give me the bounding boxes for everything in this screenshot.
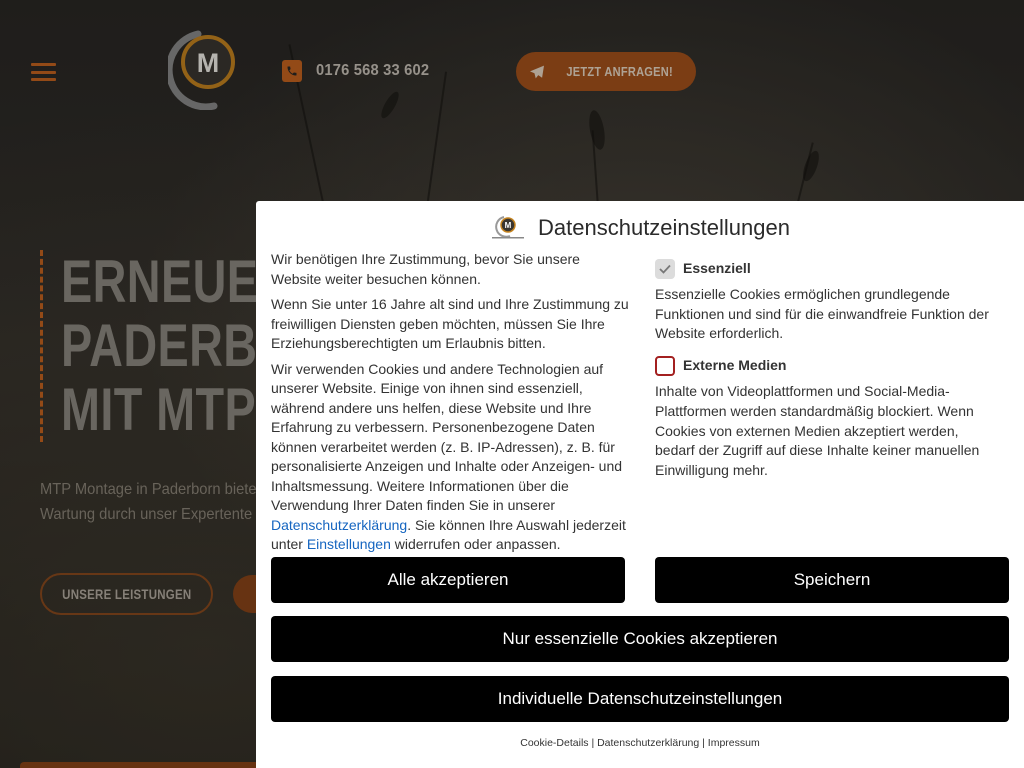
essential-group: Essenziell Essenzielle Cookies ermöglich… [655,259,995,344]
imprint-link[interactable]: Impressum [708,737,760,749]
consent-paragraph-3: Wir verwenden Cookies und andere Technol… [271,360,629,555]
privacy-policy-link[interactable]: Datenschutzerklärung [271,517,407,533]
essential-label: Essenziell [683,260,751,277]
footer-separator: | [588,737,598,749]
cookie-details-link[interactable]: Cookie-Details [520,737,588,749]
consent-description: Wir benötigen Ihre Zustimmung, bevor Sie… [271,250,629,561]
consent-paragraph-3-text-a: Wir verwenden Cookies und andere Technol… [271,360,623,514]
dialog-logo: M [492,216,525,239]
external-media-checkbox-row[interactable]: Externe Medien [655,356,995,377]
consent-paragraph-3-text-c: widerrufen oder anpassen. [390,536,561,552]
footer-separator: | [699,737,708,749]
dialog-title: Datenschutzeinstellungen [538,215,790,240]
external-media-description: Inhalte von Videoplattformen und Social-… [655,383,980,478]
external-media-checkbox[interactable] [655,356,675,377]
accept-all-button[interactable]: Alle akzeptieren [271,557,625,603]
essential-checkbox-row: Essenziell [655,259,995,279]
dialog-header: M Datenschutzeinstellungen [256,215,1024,241]
consent-paragraph-1: Wir benötigen Ihre Zustimmung, bevor Sie… [271,251,580,287]
dialog-footer-links: Cookie-Details | Datenschutzerklärung | … [256,737,1024,749]
individual-settings-button[interactable]: Individuelle Datenschutzeinstellungen [271,676,1009,722]
external-media-group: Externe Medien Inhalte von Videoplattfor… [655,356,995,481]
consent-paragraph-2: Wenn Sie unter 16 Jahre alt sind und Ihr… [271,296,629,351]
external-media-label[interactable]: Externe Medien [683,356,786,376]
checkmark-icon [659,264,671,274]
footer-privacy-link[interactable]: Datenschutzerklärung [597,737,699,749]
cookie-consent-dialog: M Datenschutzeinstellungen Wir benötigen… [256,201,1024,768]
svg-text:M: M [505,221,512,230]
essential-checkbox [655,259,675,279]
settings-link[interactable]: Einstellungen [307,536,391,552]
essential-description: Essenzielle Cookies ermöglichen grundleg… [655,286,989,342]
save-button[interactable]: Speichern [655,557,1009,603]
accept-essential-only-button[interactable]: Nur essenzielle Cookies akzeptieren [271,616,1009,662]
cookie-groups: Essenziell Essenzielle Cookies ermöglich… [655,259,995,493]
